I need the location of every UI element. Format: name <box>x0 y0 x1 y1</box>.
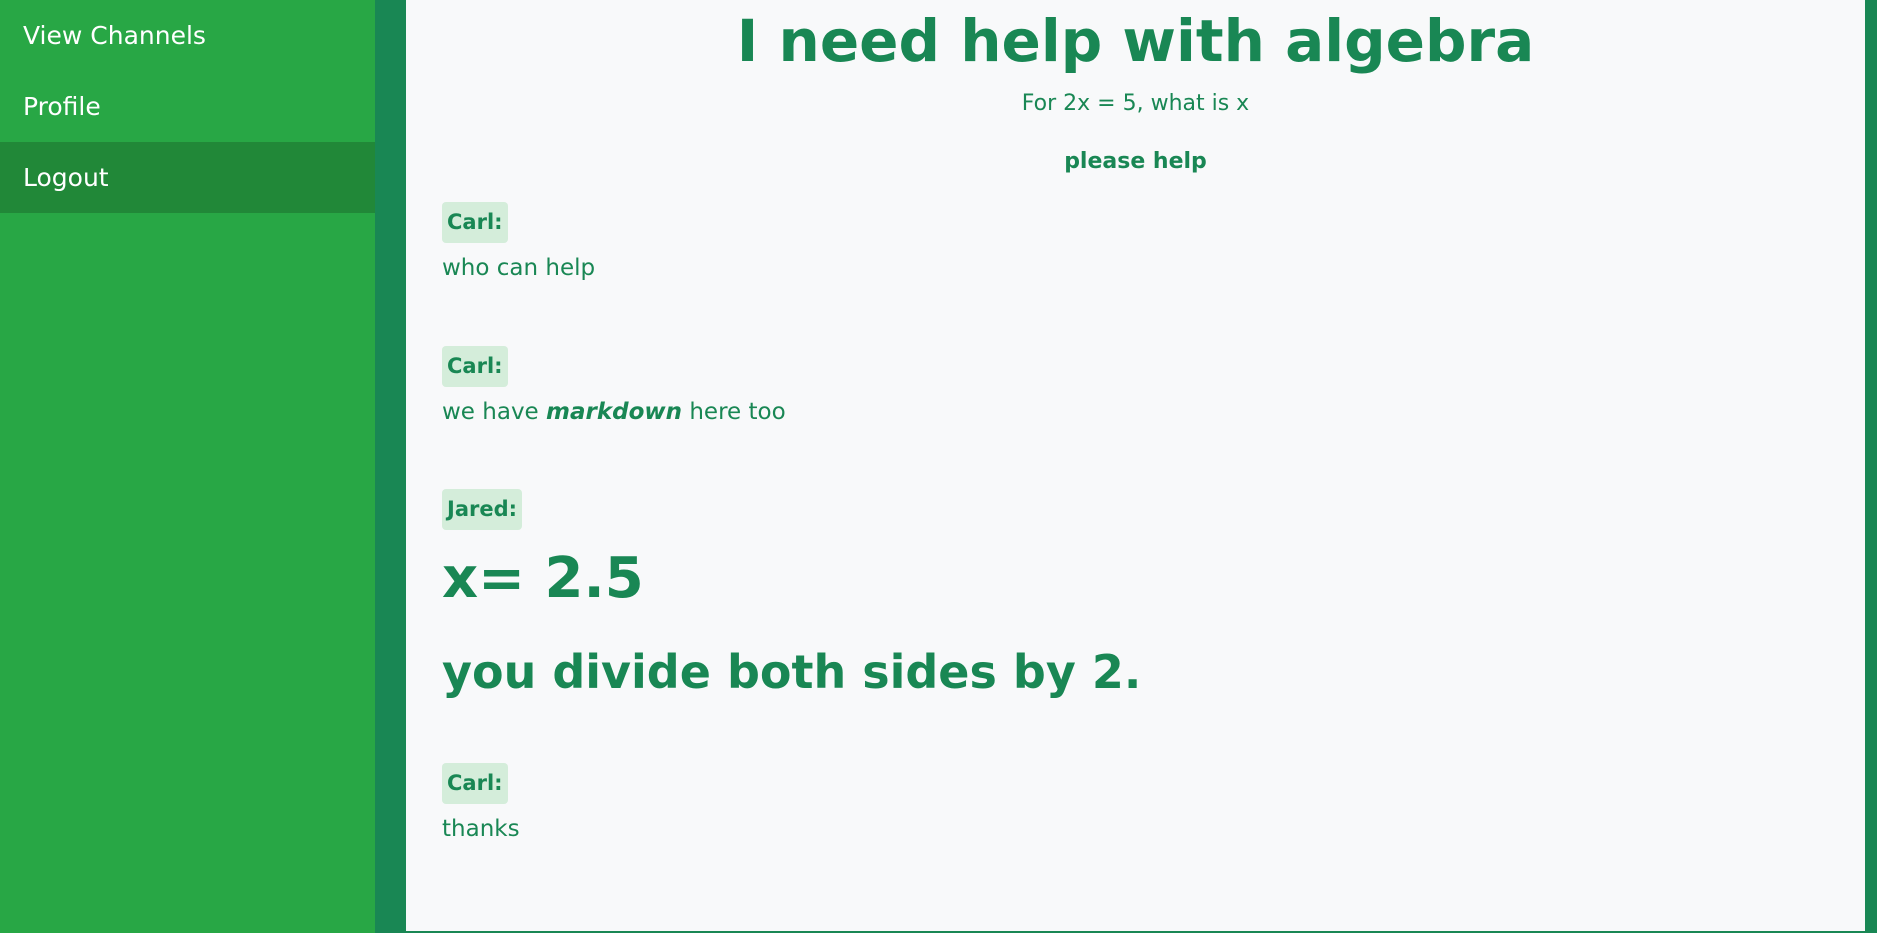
message-item: Carl: thanks <box>442 763 520 844</box>
message-text: who can help <box>442 255 596 281</box>
channel-note: please help <box>1064 149 1207 174</box>
message-text: thanks <box>442 816 520 842</box>
message-emphasis: markdown <box>546 399 683 425</box>
message-item: Carl: who can help <box>442 202 595 283</box>
message-author: Carl: <box>442 763 508 804</box>
channel-view: I need help with algebra For 2x = 5, wha… <box>406 0 1865 931</box>
message-heading: x= 2.5 <box>442 546 644 611</box>
message-author: Carl: <box>442 346 508 387</box>
sidebar-item-profile[interactable]: Profile <box>0 71 375 142</box>
channel-title: I need help with algebra <box>736 7 1535 75</box>
message-item: Carl: we have markdown here too <box>442 346 786 427</box>
sidebar-item-view-channels[interactable]: View Channels <box>0 0 375 71</box>
message-author: Jared: <box>442 489 523 530</box>
sidebar-item-logout[interactable]: Logout <box>0 142 375 213</box>
sidebar-divider <box>375 0 406 933</box>
message-heading: you divide both sides by 2. <box>442 645 1142 699</box>
message-author: Carl: <box>442 202 508 243</box>
message-text-before: we have <box>442 399 547 425</box>
channel-description: For 2x = 5, what is x <box>1021 91 1250 116</box>
sidebar: View Channels Profile Logout <box>0 0 375 933</box>
message-text: we have markdown here too <box>442 397 786 427</box>
message-text-after: here too <box>682 399 786 425</box>
message-item: Jared: x= 2.5 you divide both sides by 2… <box>442 489 1141 702</box>
